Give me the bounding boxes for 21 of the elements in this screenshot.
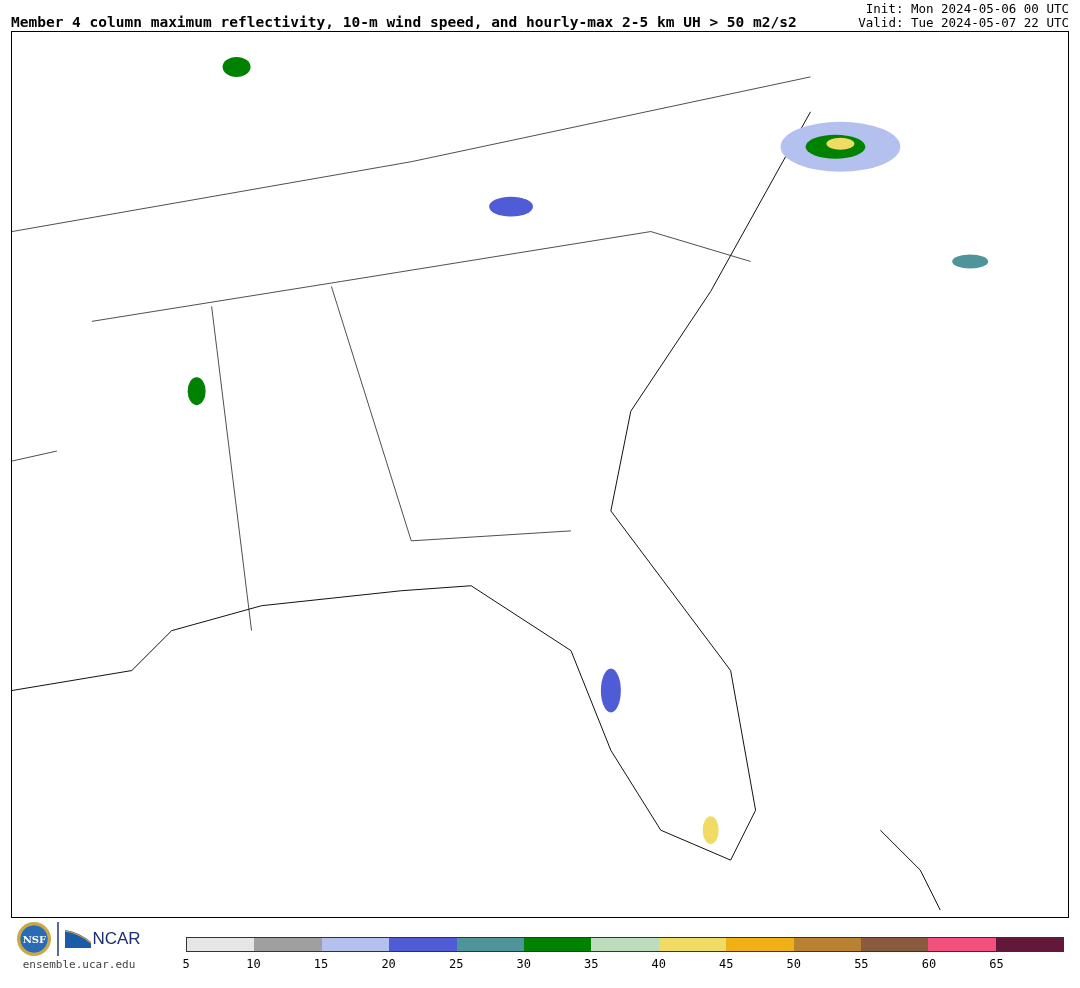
tick-label: 55 (854, 957, 869, 971)
tick-label: 30 (516, 957, 531, 971)
swoosh-icon (65, 930, 92, 948)
tick-label: 25 (448, 957, 464, 971)
nsf-logo: NSF (17, 922, 52, 956)
tick-label: 40 (651, 957, 666, 971)
tick-label: 20 (381, 957, 396, 971)
tick-label: 15 (313, 957, 329, 971)
tick-label: 50 (786, 957, 802, 971)
site-url: ensemble.ucar.edu (22, 958, 136, 971)
logo-divider (57, 922, 60, 956)
ncar-logo-text: NCAR (92, 929, 141, 949)
tick-label: 35 (584, 957, 599, 971)
tick-label: 5 (182, 957, 190, 971)
chart-title: Member 4 column maximum reflectivity, 10-m wind speed, and hourly-max 2-5 km UH > 50 m2/s2 (11, 14, 797, 30)
tick-label: 60 (921, 957, 937, 971)
init-time: Init: Mon 2024-05-06 00 UTC (865, 2, 1069, 16)
tick-label: 10 (246, 957, 261, 971)
tick-label: 45 (719, 957, 734, 971)
valid-time: Valid: Tue 2024-05-07 22 UTC (858, 16, 1069, 30)
tick-label: 65 (989, 957, 1004, 971)
